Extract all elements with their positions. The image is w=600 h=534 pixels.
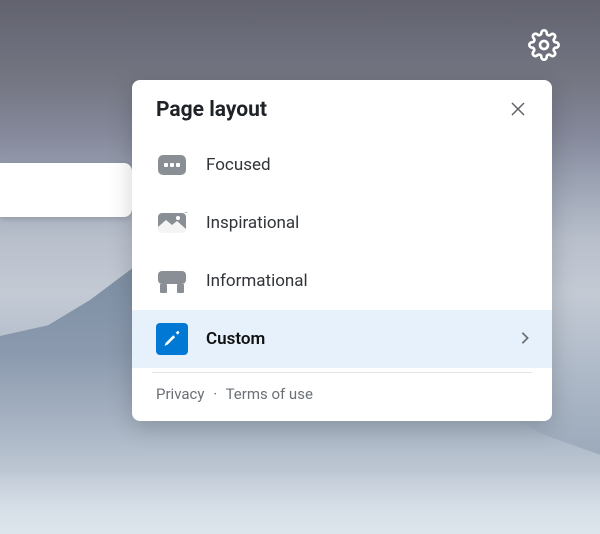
layout-option-inspirational[interactable]: Inspirational [132,194,552,252]
close-button[interactable] [504,96,532,124]
option-label: Focused [206,155,271,175]
focused-icon [156,149,188,181]
layout-option-focused[interactable]: Focused [132,136,552,194]
inspirational-icon [156,207,188,239]
panel-header: Page layout [132,96,552,130]
chevron-right-icon [518,330,532,349]
footer-separator: · [213,385,217,403]
custom-icon [156,323,188,355]
page-layout-panel: Page layout Focused Inspirational Inform… [132,80,552,421]
panel-title: Page layout [156,98,267,122]
option-label: Custom [206,329,265,349]
layout-option-list: Focused Inspirational Informational Cust… [132,136,552,368]
option-label: Inspirational [206,213,299,233]
terms-link[interactable]: Terms of use [226,385,313,403]
privacy-link[interactable]: Privacy [156,385,204,403]
search-bar-fragment[interactable] [0,163,132,217]
option-label: Informational [206,271,308,291]
informational-icon [156,265,188,297]
layout-option-informational[interactable]: Informational [132,252,552,310]
panel-footer: Privacy · Terms of use [132,373,552,411]
gear-icon [528,29,560,64]
layout-option-custom[interactable]: Custom [132,310,552,368]
close-icon [510,101,526,120]
background-trees [0,474,600,534]
settings-gear-button[interactable] [526,28,562,64]
